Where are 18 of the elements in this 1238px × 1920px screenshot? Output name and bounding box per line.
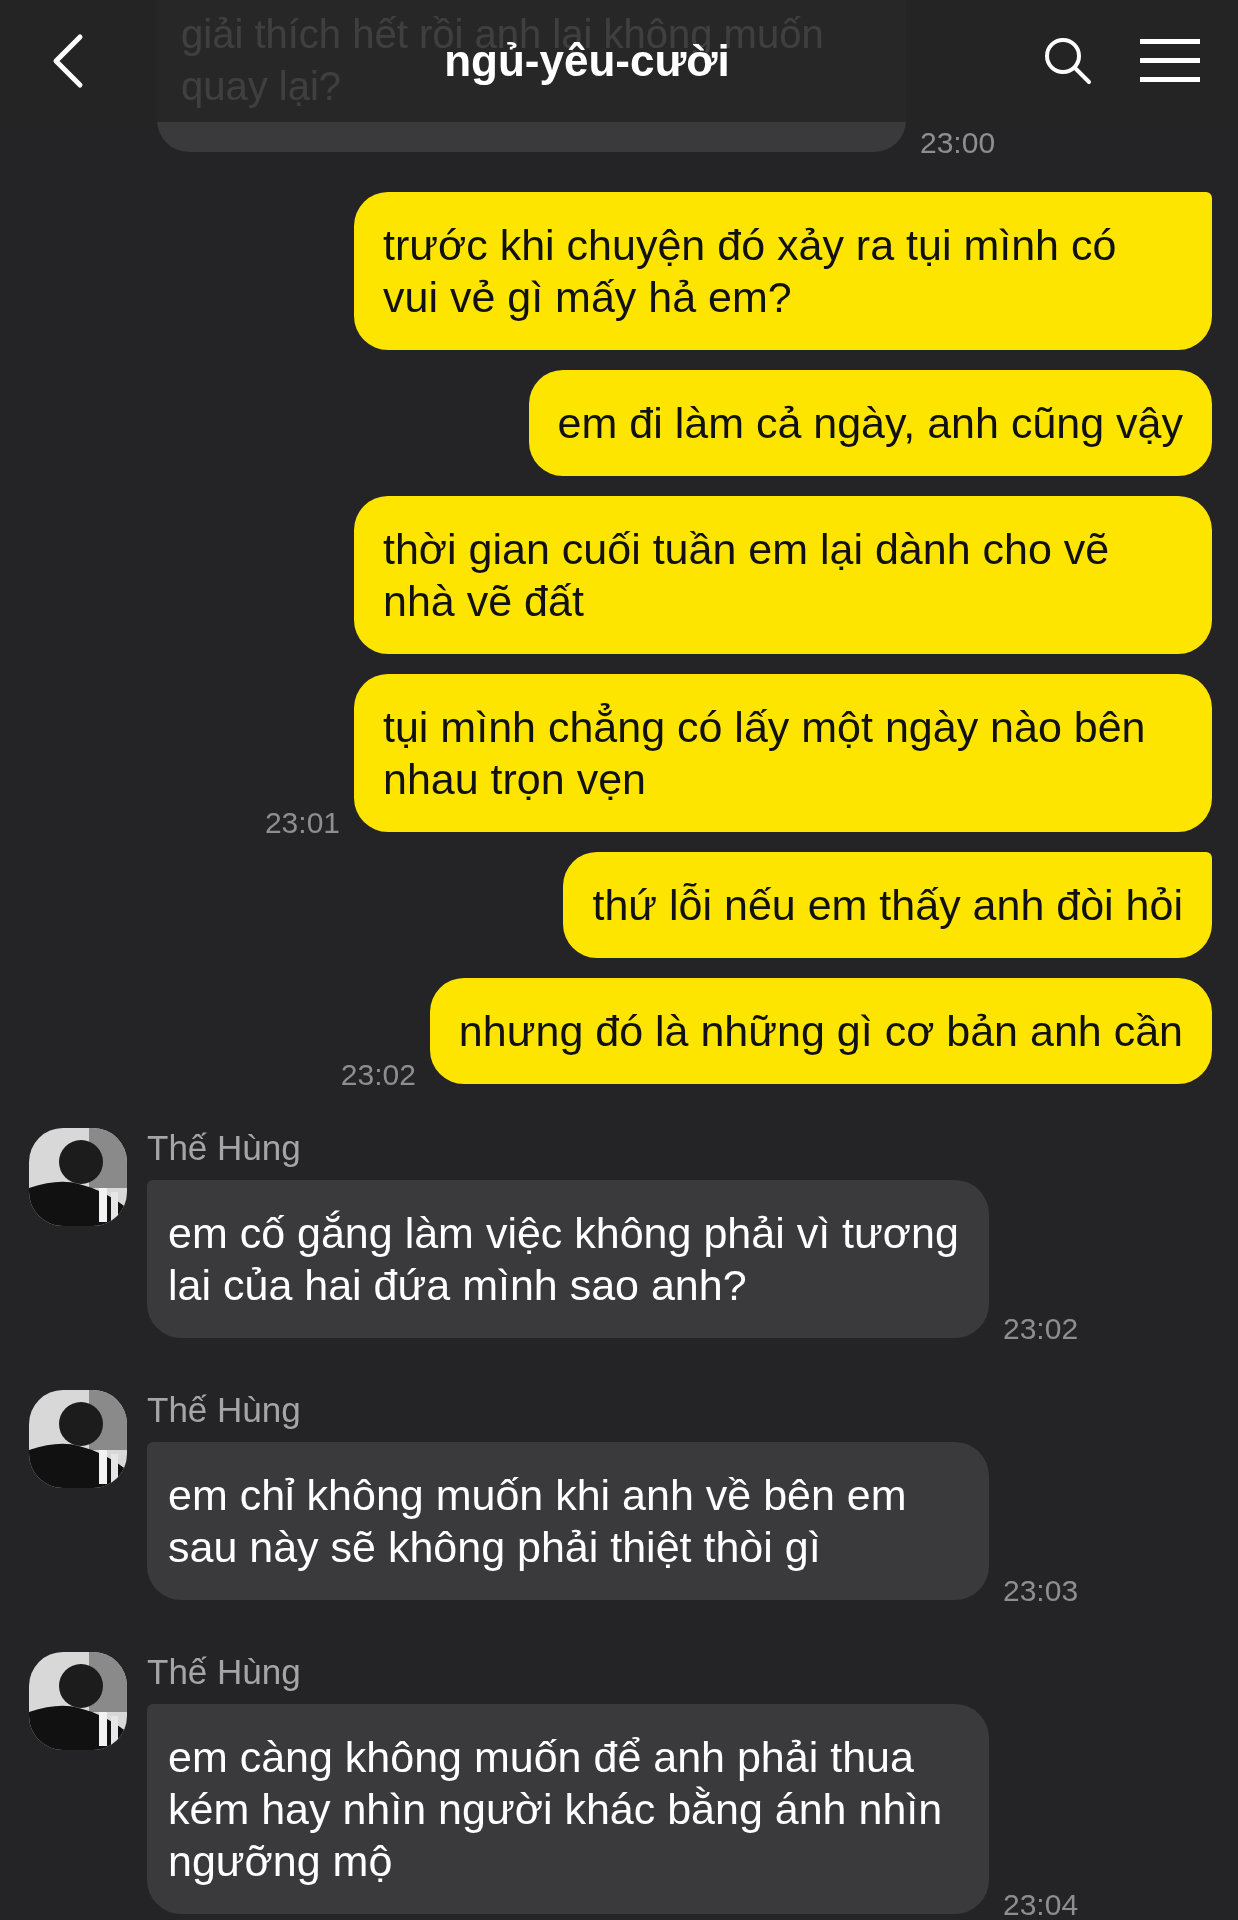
message-bubble: em đi làm cả ngày, anh cũng vậy <box>528 370 1212 476</box>
message-bubble: tụi mình chẳng có lấy một ngày nào bên nhau trọn vẹn <box>354 674 1212 832</box>
sender-name: Thế Hùng <box>147 1652 302 1692</box>
message-time: 23:02 <box>1003 1312 1079 1346</box>
message-bubble: thứ lỗi nếu em thấy anh đòi hỏi <box>563 852 1212 958</box>
message-bubble: em cố gắng làm việc không phải vì tương lai của hai đứa mình sao anh? <box>147 1180 989 1338</box>
message-time: 23:02 <box>340 1058 416 1092</box>
message-bubble: em chỉ không muốn khi anh về bên em sau này sẽ không phải thiệt thòi gì <box>147 1442 989 1600</box>
sender-name: Thế Hùng <box>147 1128 302 1168</box>
message-time: 23:04 <box>1003 1888 1079 1920</box>
message-bubble: trước khi chuyện đó xảy ra tụi mình có vui vẻ gì mấy hả em? <box>354 192 1212 350</box>
sender-name: Thế Hùng <box>147 1390 302 1430</box>
message-bubble: nhưng đó là những gì cơ bản anh cần <box>429 978 1212 1084</box>
message-bubble: em càng không muốn để anh phải thua kém hay nhìn người khác bằng ánh nhìn ngưỡng mộ <box>147 1704 989 1914</box>
message-bubble: thời gian cuối tuần em lại dành cho vẽ nhà vẽ đất <box>354 496 1212 654</box>
message-time: 23:03 <box>1003 1574 1079 1608</box>
message-time: 23:00 <box>920 126 996 160</box>
message-time: 23:01 <box>264 806 340 840</box>
